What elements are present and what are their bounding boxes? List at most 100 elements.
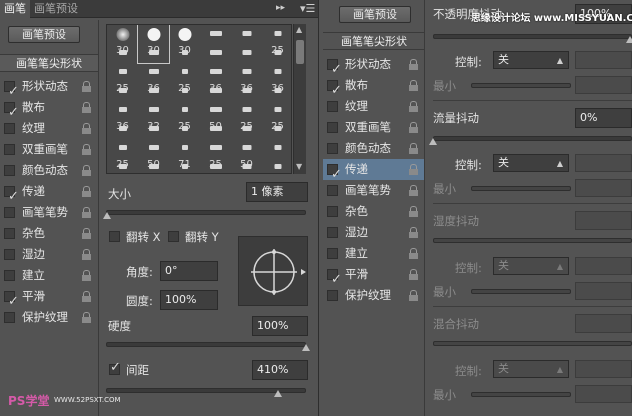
brush-tip-cell[interactable] xyxy=(107,44,138,63)
tab-brush-presets[interactable]: 画笔预设 xyxy=(30,0,82,18)
roundness-input[interactable]: 100% xyxy=(160,290,218,310)
lock-icon[interactable] xyxy=(82,207,91,218)
option-checkbox[interactable] xyxy=(327,143,338,154)
brush-tip-cell[interactable]: 36 xyxy=(200,63,231,94)
brush-tip-cell[interactable]: 30 xyxy=(169,25,200,56)
brush-tip-cell[interactable] xyxy=(262,120,291,139)
scroll-up-icon[interactable]: ▲ xyxy=(296,25,302,34)
brush-tip-shape-header[interactable]: 画笔笔尖形状 xyxy=(323,32,425,50)
option-checkbox[interactable] xyxy=(4,123,15,134)
brush-tip-cell[interactable]: 50 xyxy=(200,101,231,132)
brush-option-row[interactable]: 双重画笔 xyxy=(323,117,425,138)
brush-tip-cell[interactable]: 25 xyxy=(262,101,291,132)
brush-option-row[interactable]: ✓ 散布 xyxy=(323,75,425,98)
lock-icon[interactable] xyxy=(82,249,91,260)
brush-tip-cell[interactable] xyxy=(169,44,200,63)
brush-tip-cell[interactable] xyxy=(200,44,231,63)
option-checkbox[interactable] xyxy=(327,227,338,238)
brush-tip-cell[interactable] xyxy=(262,139,291,158)
lock-icon[interactable] xyxy=(82,312,91,323)
lock-icon[interactable] xyxy=(82,186,91,197)
opacity-jitter-thumb[interactable] xyxy=(626,36,632,43)
brush-option-row[interactable]: 杂色 xyxy=(0,223,98,244)
brush-tip-cell[interactable] xyxy=(107,82,138,101)
brush-tip-cell[interactable]: 25 xyxy=(107,63,138,94)
size-slider-thumb[interactable] xyxy=(103,212,111,219)
brush-option-row[interactable]: 纹理 xyxy=(323,96,425,117)
option-checkbox[interactable] xyxy=(327,248,338,259)
brush-option-row[interactable]: ✓ 传递 xyxy=(0,181,98,204)
brush-tip-cell[interactable] xyxy=(138,120,169,139)
flow-control-select[interactable]: 关 ▲ xyxy=(493,154,569,172)
option-checkbox[interactable] xyxy=(327,122,338,133)
option-checkbox[interactable] xyxy=(4,165,15,176)
brush-option-row[interactable]: 颜色动态 xyxy=(0,160,98,181)
brush-tip-cell[interactable]: 36 xyxy=(138,63,169,94)
brush-option-row[interactable]: ✓ 平滑 xyxy=(0,286,98,309)
brush-tip-cell[interactable] xyxy=(231,120,262,139)
brush-tip-cell[interactable]: 25 xyxy=(169,63,200,94)
scroll-thumb[interactable] xyxy=(296,40,304,64)
angle-roundness-preview[interactable] xyxy=(238,236,308,306)
lock-icon[interactable] xyxy=(82,144,91,155)
size-input[interactable]: 1 像素 xyxy=(246,182,308,202)
option-checkbox[interactable]: ✓ xyxy=(327,164,342,182)
brush-tip-cell[interactable]: 50 xyxy=(231,139,262,170)
size-slider[interactable] xyxy=(106,210,306,215)
brush-tip-cell[interactable] xyxy=(262,158,291,173)
brush-tip-cell[interactable]: 25 xyxy=(200,139,231,170)
option-checkbox[interactable]: ✓ xyxy=(327,80,342,98)
brush-tip-cell[interactable] xyxy=(200,158,231,173)
option-checkbox[interactable] xyxy=(327,101,338,112)
option-checkbox[interactable] xyxy=(4,249,15,260)
spacing-checkbox[interactable]: ✓ xyxy=(109,360,121,375)
hardness-input[interactable]: 100% xyxy=(252,316,308,336)
brush-option-row[interactable]: ✓ 平滑 xyxy=(323,264,425,287)
lock-icon[interactable] xyxy=(409,164,418,175)
brush-tip-cell[interactable] xyxy=(169,82,200,101)
option-checkbox[interactable]: ✓ xyxy=(327,59,342,77)
flip-x-checkbox[interactable] xyxy=(109,231,120,242)
brush-preset-button[interactable]: 画笔预设 xyxy=(339,6,411,23)
brush-tip-shape-header[interactable]: 画笔笔尖形状 xyxy=(0,54,98,72)
brush-option-row[interactable]: 颜色动态 xyxy=(323,138,425,159)
brush-option-row[interactable]: 湿边 xyxy=(0,244,98,265)
brush-option-row[interactable]: 建立 xyxy=(323,243,425,264)
brush-tip-cell[interactable]: 71 xyxy=(169,139,200,170)
lock-icon[interactable] xyxy=(409,122,418,133)
hardness-slider[interactable] xyxy=(106,342,306,347)
lock-icon[interactable] xyxy=(409,269,418,280)
brush-tip-cell[interactable] xyxy=(200,120,231,139)
angle-input[interactable]: 0° xyxy=(160,261,218,281)
lock-icon[interactable] xyxy=(409,248,418,259)
option-checkbox[interactable] xyxy=(4,228,15,239)
lock-icon[interactable] xyxy=(409,101,418,112)
lock-icon[interactable] xyxy=(82,102,91,113)
brush-tip-cell[interactable]: 30 xyxy=(107,25,138,56)
opacity-jitter-slider[interactable] xyxy=(433,34,632,39)
option-checkbox[interactable] xyxy=(4,312,15,323)
brush-preset-button[interactable]: 画笔预设 xyxy=(8,26,80,43)
brush-option-row[interactable]: ✓ 散布 xyxy=(0,97,98,120)
option-checkbox[interactable] xyxy=(4,207,15,218)
lock-icon[interactable] xyxy=(409,206,418,217)
brush-tip-cell[interactable] xyxy=(200,25,231,44)
panel-menu-icon[interactable]: ▾☰ xyxy=(300,2,315,15)
brush-tip-cell[interactable] xyxy=(107,120,138,139)
option-checkbox[interactable] xyxy=(327,206,338,217)
brush-tip-cell[interactable] xyxy=(107,158,138,173)
lock-icon[interactable] xyxy=(409,290,418,301)
option-checkbox[interactable]: ✓ xyxy=(327,269,342,287)
spacing-slider-thumb[interactable] xyxy=(274,390,282,397)
lock-icon[interactable] xyxy=(409,59,418,70)
brush-tip-grid[interactable]: 3030302525362536363636322550252525507125… xyxy=(106,24,292,174)
option-checkbox[interactable]: ✓ xyxy=(4,102,19,120)
brush-option-row[interactable]: 杂色 xyxy=(323,201,425,222)
spacing-input[interactable]: 410% xyxy=(252,360,308,380)
brush-tip-cell[interactable]: 32 xyxy=(138,101,169,132)
brush-option-row[interactable]: ✓ 形状动态 xyxy=(323,54,425,77)
brush-tip-cell[interactable] xyxy=(231,25,262,44)
brush-tip-cell[interactable]: 25 xyxy=(169,101,200,132)
brush-option-row[interactable]: 纹理 xyxy=(0,118,98,139)
lock-icon[interactable] xyxy=(82,165,91,176)
